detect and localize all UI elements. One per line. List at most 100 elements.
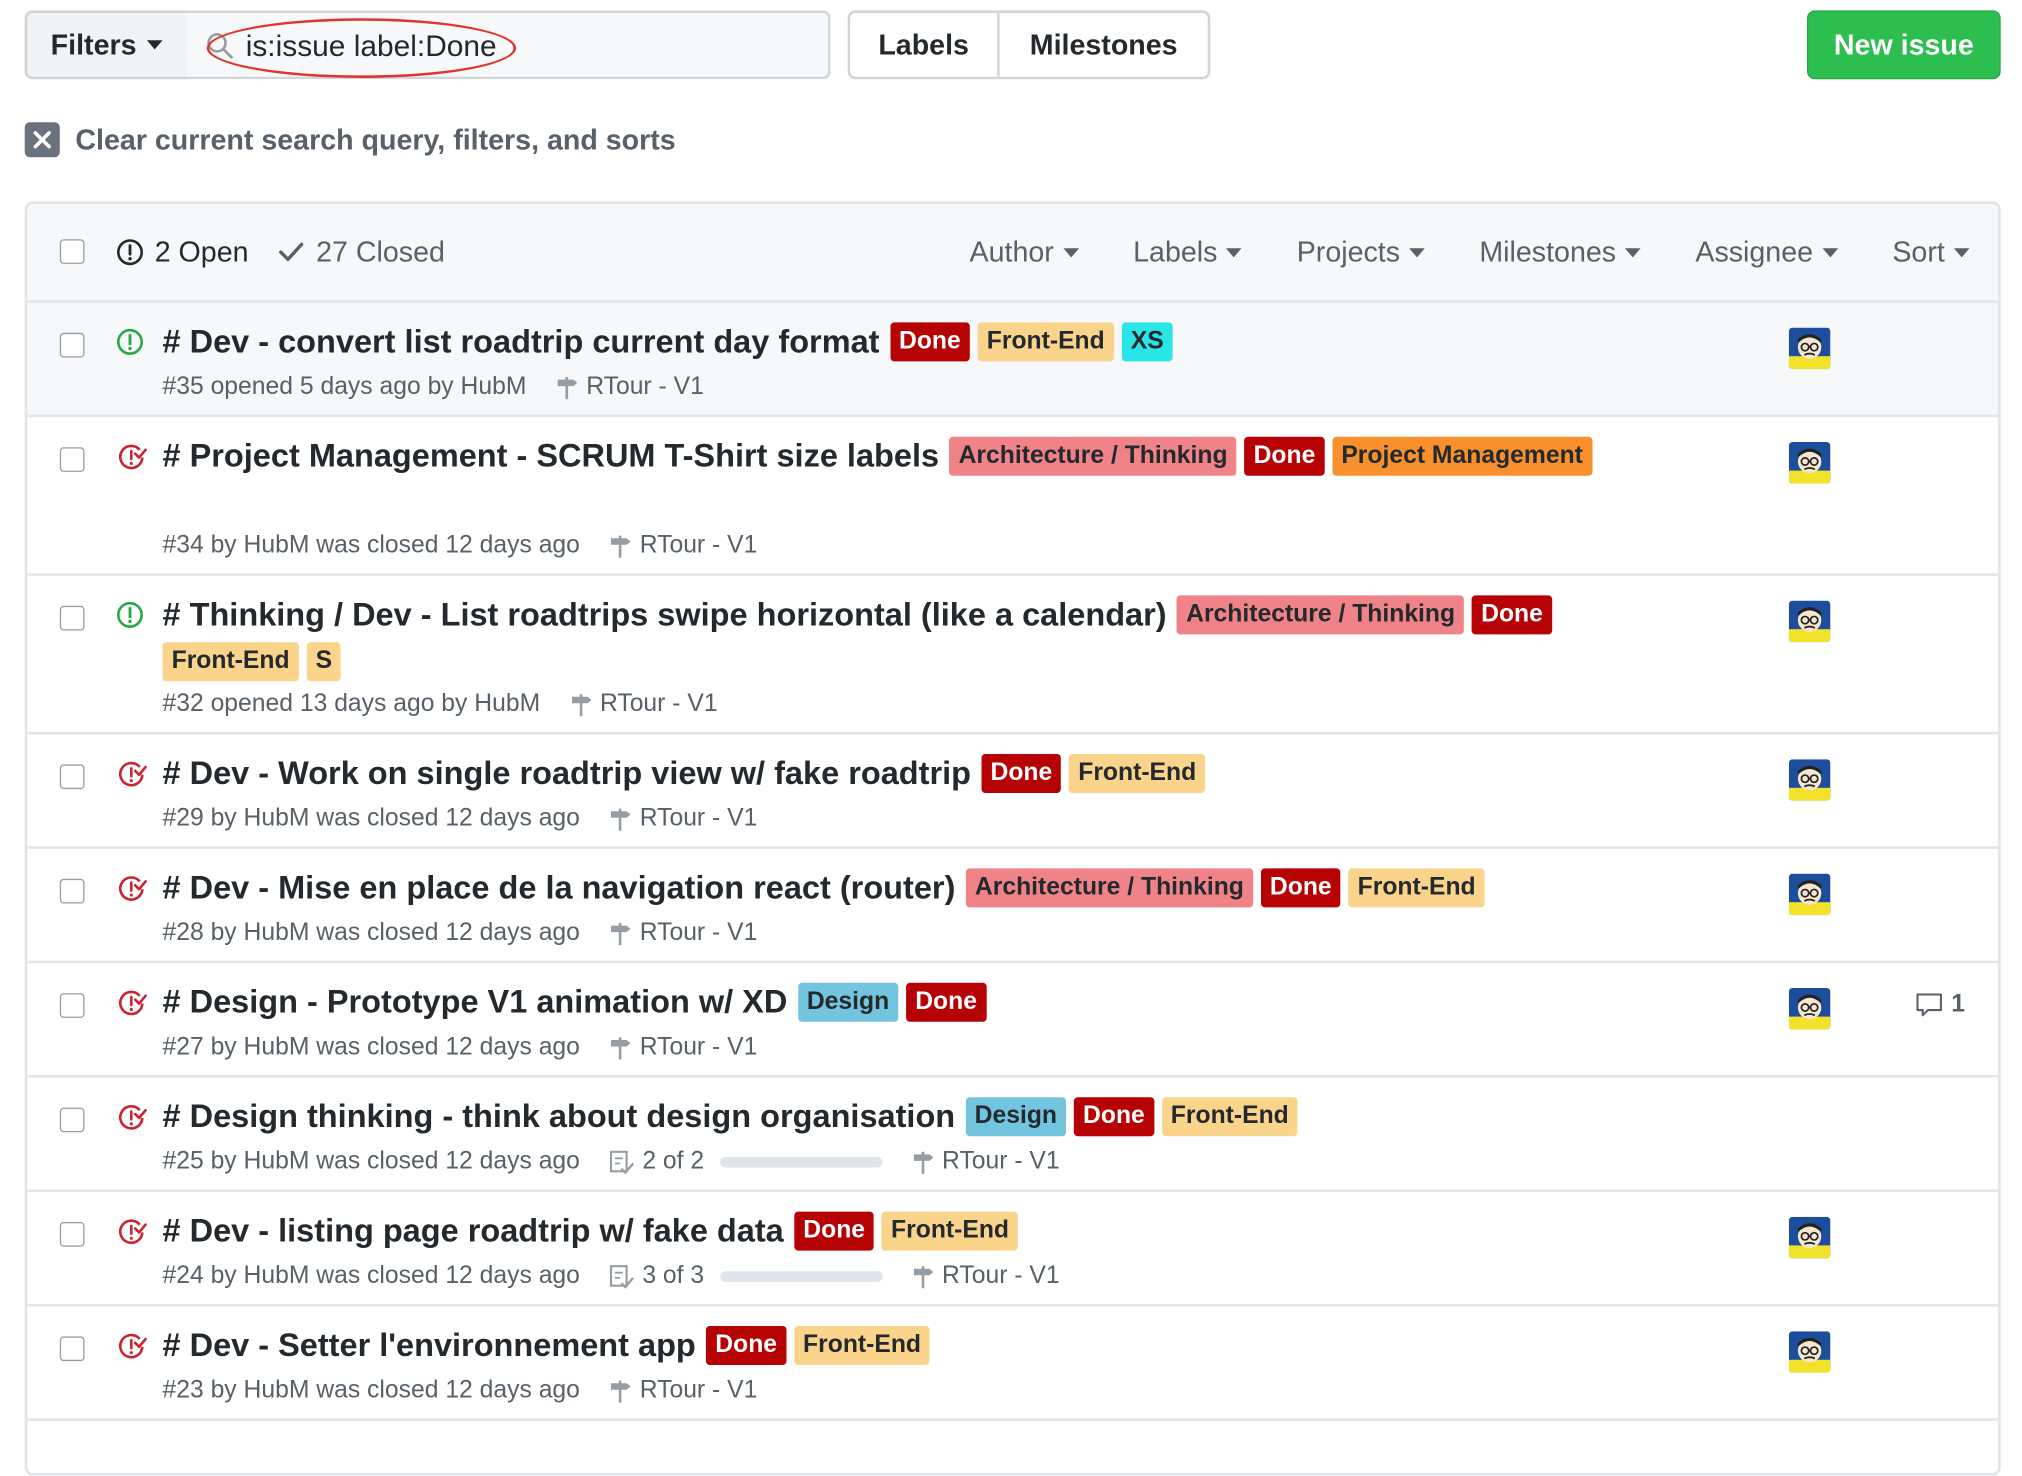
issue-label[interactable]: Front-End (793, 1326, 931, 1365)
select-all-checkbox[interactable] (59, 239, 85, 264)
avatar[interactable] (1788, 1216, 1831, 1259)
milestone-link[interactable]: RTour - V1 (609, 1034, 757, 1063)
issue-meta: #27 by HubM was closed 12 days ago RTour … (163, 1034, 758, 1063)
issue-label[interactable]: Front-End (881, 1211, 1019, 1251)
issue-label[interactable]: XS (1121, 322, 1173, 362)
sort-filter[interactable]: Sort (1892, 235, 1970, 269)
issue-open-icon (116, 601, 145, 636)
issue-label[interactable]: Front-End (977, 322, 1114, 362)
issue-row[interactable]: # Thinking / Dev - List roadtrips swipe … (27, 575, 1999, 735)
issue-label[interactable]: Done (906, 982, 987, 1022)
state-toggles: 2 Open 27 Closed (116, 235, 445, 269)
issue-label[interactable]: Front-End (162, 642, 299, 682)
issue-meta: #24 by HubM was closed 12 days ago 3 of 3… (163, 1262, 1060, 1291)
check-icon (279, 242, 304, 262)
issue-row[interactable]: # Dev - listing page roadtrip w/ fake da… (27, 1192, 1999, 1307)
issue-closed-icon (116, 988, 147, 1026)
issue-label[interactable]: Front-End (1161, 1097, 1298, 1137)
issue-label[interactable]: S (306, 642, 342, 682)
issue-title-link[interactable]: # Project Management - SCRUM T-Shirt siz… (163, 437, 940, 475)
header-filters: Author Labels Projects Milestones Assign… (970, 235, 1970, 269)
issue-checkbox[interactable] (59, 447, 85, 472)
issue-title-link[interactable]: # Design thinking - think about design o… (163, 1098, 956, 1136)
issue-title-link[interactable]: # Dev - Work on single roadtrip view w/ … (163, 755, 971, 793)
issue-label[interactable]: Done (1260, 868, 1341, 908)
issue-row[interactable]: # Design - Prototype V1 animation w/ XD D… (27, 963, 1999, 1078)
issue-label[interactable]: Architecture / Thinking (949, 436, 1237, 476)
issue-checkbox[interactable] (59, 332, 85, 358)
issue-label[interactable]: Done (981, 754, 1062, 793)
avatar[interactable] (1788, 1331, 1831, 1373)
issue-title-line: # Dev - convert list roadtrip current da… (163, 322, 1593, 362)
milestone-link[interactable]: RTour - V1 (911, 1262, 1060, 1291)
assignee-filter[interactable]: Assignee (1695, 235, 1838, 269)
issue-label[interactable]: Done (706, 1326, 787, 1365)
issue-row[interactable]: # Design thinking - think about design o… (27, 1077, 1999, 1193)
issue-row[interactable]: # Dev - Setter l'environnement app Done Fr… (27, 1306, 1999, 1421)
issue-meta-text: #27 by HubM was closed 12 days ago (162, 1033, 580, 1061)
new-issue-button[interactable]: New issue (1806, 10, 2001, 80)
issue-title-link[interactable]: # Dev - Mise en place de la navigation r… (163, 869, 956, 907)
issue-checkbox[interactable] (59, 993, 85, 1018)
milestone-link[interactable]: RTour - V1 (911, 1148, 1060, 1177)
issue-label[interactable]: Architecture / Thinking (1177, 595, 1465, 635)
milestone-link[interactable]: RTour - V1 (609, 1377, 757, 1406)
issue-title-link[interactable]: # Dev - Setter l'environnement app (163, 1327, 696, 1365)
issue-closed-icon (116, 874, 147, 912)
avatar[interactable] (1788, 873, 1831, 916)
issue-title-link[interactable]: # Dev - listing page roadtrip w/ fake da… (163, 1212, 784, 1250)
labels-button[interactable]: Labels (850, 13, 1000, 77)
issue-label[interactable]: Architecture / Thinking (965, 868, 1253, 908)
issue-title-link[interactable]: # Design - Prototype V1 animation w/ XD (163, 983, 788, 1021)
avatar[interactable] (1788, 987, 1831, 1030)
issue-title-link[interactable]: # Dev - convert list roadtrip current da… (163, 323, 880, 361)
issue-meta-text: #35 opened 5 days ago by HubM (162, 373, 527, 401)
milestone-link[interactable]: RTour - V1 (609, 919, 757, 948)
issue-row[interactable]: # Dev - Work on single roadtrip view w/ … (27, 734, 1999, 849)
clear-query-link[interactable]: Clear current search query, filters, and… (24, 122, 676, 158)
issue-row[interactable]: # Dev - Mise en place de la navigation r… (27, 848, 1999, 964)
milestone-link[interactable]: RTour - V1 (609, 805, 757, 834)
issue-label[interactable]: Project Management (1332, 436, 1593, 476)
issue-label[interactable]: Done (794, 1211, 875, 1251)
milestone-icon (571, 694, 591, 717)
issue-row[interactable]: # Project Management - SCRUM T-Shirt siz… (27, 417, 1999, 576)
milestones-button[interactable]: Milestones (999, 13, 1208, 77)
issue-label[interactable]: Done (1472, 595, 1552, 635)
issue-checkbox[interactable] (59, 1107, 85, 1133)
avatar[interactable] (1788, 327, 1831, 370)
labels-filter[interactable]: Labels (1133, 235, 1243, 269)
milestones-filter[interactable]: Milestones (1479, 235, 1641, 269)
milestone-link[interactable]: RTour - V1 (609, 532, 757, 561)
issue-meta-text: #23 by HubM was closed 12 days ago (162, 1376, 580, 1404)
open-issues-tab[interactable]: 2 Open (116, 235, 249, 269)
avatar[interactable] (1788, 441, 1831, 484)
issue-checkbox[interactable] (59, 1336, 85, 1362)
issue-checkbox[interactable] (59, 764, 85, 790)
issue-label[interactable]: Done (1073, 1097, 1154, 1137)
milestone-link[interactable]: RTour - V1 (555, 373, 704, 402)
checklist-icon (610, 1150, 635, 1175)
milestone-icon (611, 922, 631, 946)
avatar[interactable] (1788, 600, 1831, 643)
comments-link[interactable]: 1 (1915, 991, 1965, 1020)
issue-label[interactable]: Design (797, 982, 899, 1022)
issue-label[interactable]: Design (965, 1097, 1067, 1137)
issue-row[interactable]: # Dev - convert list roadtrip current da… (27, 302, 1999, 418)
issue-checkbox[interactable] (59, 878, 85, 904)
issue-checkbox[interactable] (59, 605, 85, 631)
avatar[interactable] (1788, 759, 1831, 801)
projects-filter[interactable]: Projects (1297, 235, 1425, 269)
milestone-link[interactable]: RTour - V1 (569, 690, 718, 719)
issue-label[interactable]: Front-End (1069, 754, 1206, 793)
issue-title-link[interactable]: # Thinking / Dev - List roadtrips swipe … (163, 596, 1167, 634)
closed-issues-tab[interactable]: 27 Closed (277, 235, 445, 269)
issues-page: Filters is:issue label:Done Labels Miles… (0, 0, 2021, 1476)
issue-label[interactable]: Done (889, 322, 970, 362)
issue-checkbox[interactable] (59, 1222, 85, 1247)
search-input[interactable]: is:issue label:Done (185, 10, 831, 80)
author-filter[interactable]: Author (970, 235, 1079, 269)
issue-label[interactable]: Done (1244, 436, 1325, 476)
issue-label[interactable]: Front-End (1348, 868, 1485, 908)
filters-dropdown[interactable]: Filters (24, 10, 189, 80)
